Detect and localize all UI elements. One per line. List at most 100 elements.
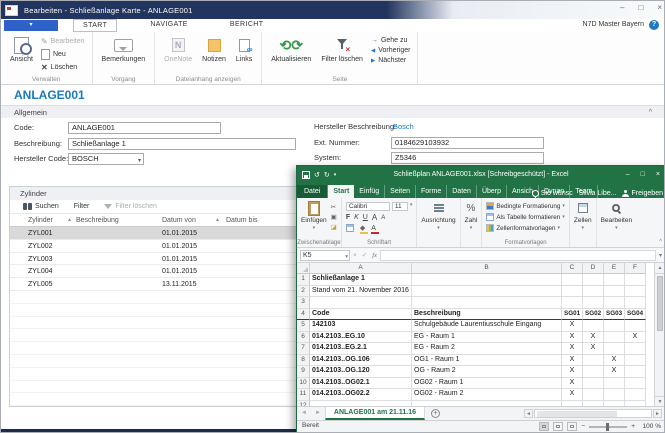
cell[interactable]: X <box>562 343 583 355</box>
cell[interactable]: 014.2103..EG.10 <box>310 332 412 344</box>
nav-maximize-button[interactable]: □ <box>638 3 643 12</box>
cell[interactable]: EG - Raum 2 <box>412 343 562 355</box>
cell[interactable]: 014.2103..OG02.2 <box>310 389 412 401</box>
normal-view-icon[interactable] <box>539 422 549 431</box>
zellenformatvorlagen-button[interactable]: Zellenformatvorlagen ▾ <box>486 224 565 232</box>
row-number[interactable]: 8 <box>297 355 310 367</box>
col-header-f[interactable]: F <box>625 263 646 274</box>
cell[interactable]: X <box>604 366 625 378</box>
cell[interactable] <box>583 274 604 286</box>
cell[interactable] <box>583 389 604 401</box>
row-number[interactable]: 10 <box>297 378 310 390</box>
col-zylinder[interactable]: Zylinder <box>28 214 53 227</box>
copy-icon[interactable]: ▣ <box>331 213 337 221</box>
cell[interactable] <box>562 297 583 309</box>
cell[interactable] <box>625 343 646 355</box>
bearbeiten-button-excel[interactable]: Bearbeiten ▾ <box>601 200 632 238</box>
beschreibung-field[interactable]: Schließanlage 1 <box>68 138 296 150</box>
zellen-button[interactable]: Zellen ▾ <box>574 200 592 238</box>
name-box[interactable]: K5 ▾ <box>300 250 350 261</box>
cell[interactable]: X <box>583 332 604 344</box>
cell[interactable]: 014.2103..OG.120 <box>310 366 412 378</box>
hscroll-right-icon[interactable]: ► <box>653 409 662 418</box>
fasttab-allgemein[interactable]: Allgemein ^ <box>1 105 665 118</box>
cell[interactable]: SG02 <box>583 309 604 321</box>
format-painter-icon[interactable]: ◪ <box>331 223 337 231</box>
cell[interactable] <box>604 343 625 355</box>
bedingte-formatierung-button[interactable]: Bedingte Formatierung ▾ <box>486 202 565 210</box>
nav-close-button[interactable]: × <box>657 3 662 12</box>
cell[interactable]: X <box>562 389 583 401</box>
cell[interactable] <box>604 320 625 332</box>
enter-entry-icon[interactable]: ✓ <box>362 251 367 259</box>
cell[interactable] <box>412 286 562 298</box>
ribbon-collapse-icon[interactable]: ^ <box>659 239 662 245</box>
cell[interactable] <box>604 332 625 344</box>
onenote-button[interactable]: N OneNote <box>162 34 194 74</box>
cell[interactable]: 142103 <box>310 320 412 332</box>
col-header-c[interactable]: C <box>562 263 583 274</box>
cell[interactable] <box>625 320 646 332</box>
tab-start[interactable]: Start <box>328 185 354 198</box>
italic-button[interactable]: K <box>354 214 359 221</box>
filter-loeschen-button[interactable]: × Filter löschen <box>319 34 365 74</box>
scroll-down-icon[interactable]: ▼ <box>655 396 665 406</box>
col-datum-bis[interactable]: Datum bis <box>226 214 258 227</box>
font-color-button[interactable]: A <box>371 225 376 232</box>
cell[interactable] <box>583 320 604 332</box>
gehe-zu-button[interactable]: → Gehe zu <box>371 37 411 44</box>
select-all-corner[interactable] <box>297 263 310 274</box>
system-field[interactable]: Z5346 <box>391 152 544 164</box>
col-header-d[interactable]: D <box>583 263 604 274</box>
cell[interactable]: Schulgebäude Laurentiusschule Eingang <box>412 320 562 332</box>
naechster-button[interactable]: ▶ Nächster <box>371 57 411 64</box>
tab-ueberpruefen[interactable]: Überp <box>477 185 507 198</box>
zoom-level[interactable]: 100 % <box>639 423 661 430</box>
cell[interactable]: X <box>562 355 583 367</box>
cell[interactable]: 014.2103..EG.2.1 <box>310 343 412 355</box>
collapse-chevron-icon[interactable]: ^ <box>649 106 652 119</box>
vorheriger-button[interactable]: ◀ Vorheriger <box>371 47 411 54</box>
col-header-e[interactable]: E <box>604 263 625 274</box>
cell[interactable]: OG - Raum 2 <box>412 366 562 378</box>
hscroll-left-icon[interactable]: ◄ <box>524 409 533 418</box>
cell[interactable] <box>604 274 625 286</box>
cell[interactable]: SG03 <box>604 309 625 321</box>
cell[interactable] <box>583 297 604 309</box>
excel-maximize-button[interactable]: □ <box>641 166 645 183</box>
row-number[interactable]: 6 <box>297 332 310 344</box>
cell[interactable] <box>583 286 604 298</box>
zoom-out-icon[interactable]: − <box>581 423 585 430</box>
underline-button[interactable]: U <box>363 214 368 221</box>
cell[interactable]: Beschreibung <box>412 309 562 321</box>
share-button[interactable]: Freigeben <box>622 190 663 197</box>
cell[interactable]: Stand vom 21. November 2016 <box>310 286 412 298</box>
horizontal-scrollbar[interactable]: ◄ ► <box>524 409 662 418</box>
help-icon[interactable]: ? <box>649 20 659 30</box>
cell[interactable] <box>625 378 646 390</box>
cell[interactable] <box>604 389 625 401</box>
bold-button[interactable]: F <box>346 214 350 221</box>
cell[interactable] <box>604 286 625 298</box>
cell[interactable] <box>604 297 625 309</box>
nav-tab-start[interactable]: START <box>73 19 117 32</box>
links-button[interactable]: Links <box>234 34 254 74</box>
cell[interactable] <box>625 366 646 378</box>
cell[interactable]: OG02 - Raum 2 <box>412 389 562 401</box>
cell[interactable] <box>310 297 412 309</box>
cell[interactable] <box>412 297 562 309</box>
page-layout-view-icon[interactable] <box>553 422 563 431</box>
font-size-select[interactable]: 11 <box>392 202 408 211</box>
vertical-scrollbar[interactable]: ▲ ▼ <box>654 263 665 406</box>
loeschen-button[interactable]: ✕ Löschen <box>41 63 85 72</box>
cell[interactable] <box>583 378 604 390</box>
insert-function-icon[interactable]: fx <box>372 252 377 259</box>
nav-tab-bericht[interactable]: BERICHT <box>221 19 273 32</box>
hersteller-beschreibung-link[interactable]: Bosch <box>393 121 414 133</box>
cell[interactable]: SG04 <box>625 309 646 321</box>
cell[interactable]: X <box>625 332 646 344</box>
scrollbar-thumb[interactable] <box>657 276 663 331</box>
formula-expand-icon[interactable]: ▾ <box>659 252 662 259</box>
new-sheet-icon[interactable]: + <box>431 409 440 418</box>
als-tabelle-formatieren-button[interactable]: Als Tabelle formatieren ▾ <box>486 213 565 221</box>
